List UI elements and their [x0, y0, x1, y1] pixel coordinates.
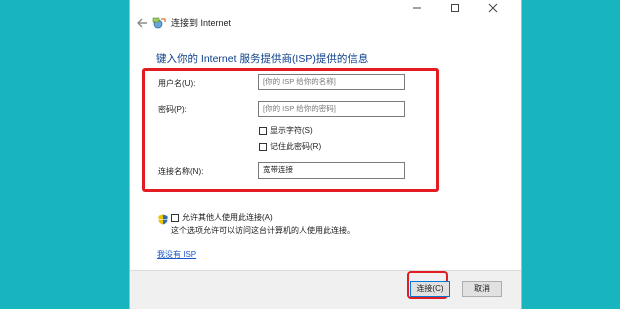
window-title: 连接到 Internet [171, 18, 232, 28]
connect-to-internet-window: 连接到 Internet 键入你的 Internet 服务提供商(ISP)提供的… [130, 0, 521, 309]
connect-button[interactable]: 连接(C) [410, 281, 450, 297]
close-button[interactable] [476, 0, 510, 28]
username-input[interactable]: [你的 ISP 给你的名称] [258, 74, 405, 90]
password-input[interactable]: [你的 ISP 给你的密码] [258, 101, 405, 117]
cancel-button[interactable]: 取消 [462, 281, 502, 297]
username-label: 用户名(U): [158, 79, 196, 88]
allow-others-description: 这个选项允许可以访问这台计算机的人使用此连接。 [171, 226, 355, 235]
remember-password-checkbox[interactable] [259, 143, 267, 151]
titlebar: 连接到 Internet [130, 0, 521, 48]
show-chars-label: 显示字符(S) [270, 126, 313, 135]
maximize-button[interactable] [438, 0, 472, 28]
page-heading: 键入你的 Internet 服务提供商(ISP)提供的信息 [156, 53, 369, 65]
allow-others-checkbox[interactable] [171, 214, 179, 222]
network-icon [152, 16, 166, 30]
connection-name-input[interactable]: 宽带连接 [258, 162, 405, 179]
no-isp-link[interactable]: 我没有 ISP [157, 250, 196, 260]
minimize-button[interactable] [400, 0, 434, 28]
connection-name-label: 连接名称(N): [158, 167, 204, 176]
remember-password-label: 记住此密码(R) [270, 142, 322, 151]
allow-others-label: 允许其他人使用此连接(A) [182, 213, 273, 222]
show-chars-checkbox[interactable] [259, 127, 267, 135]
password-label: 密码(P): [158, 105, 187, 114]
uac-shield-icon [158, 212, 168, 225]
back-arrow-icon[interactable] [135, 16, 149, 30]
